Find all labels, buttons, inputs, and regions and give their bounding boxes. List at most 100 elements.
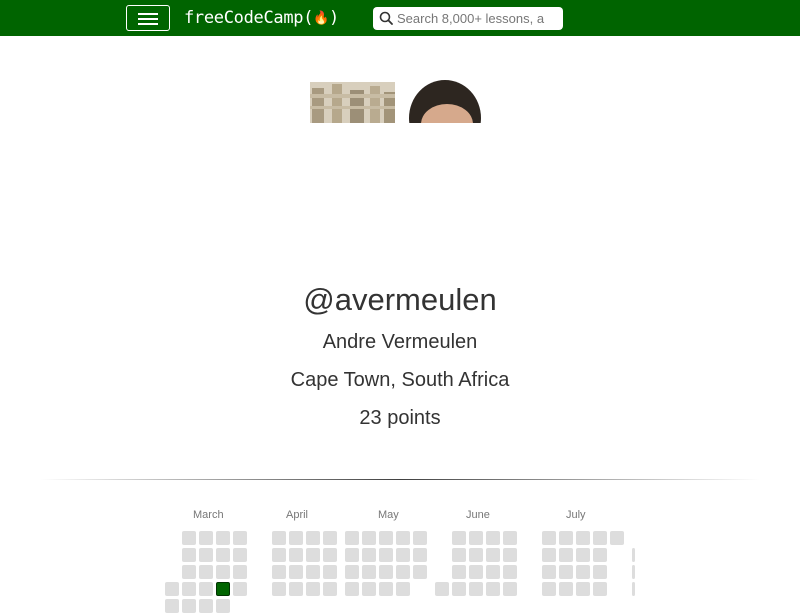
heatmap-cell[interactable] bbox=[289, 582, 303, 596]
heatmap-cell[interactable] bbox=[199, 599, 213, 613]
heatmap-cell[interactable] bbox=[469, 531, 483, 545]
heatmap-cell[interactable] bbox=[323, 582, 337, 596]
heatmap-cell[interactable] bbox=[216, 565, 230, 579]
heatmap-cell[interactable] bbox=[379, 565, 393, 579]
heatmap-cell[interactable] bbox=[486, 548, 500, 562]
heatmap-cell[interactable] bbox=[379, 582, 393, 596]
heatmap-cell[interactable] bbox=[396, 548, 410, 562]
heatmap-cell[interactable] bbox=[486, 565, 500, 579]
heatmap-cell[interactable] bbox=[182, 531, 196, 545]
heatmap-cell[interactable] bbox=[469, 548, 483, 562]
heatmap-cell[interactable] bbox=[413, 548, 427, 562]
heatmap-cell[interactable] bbox=[632, 548, 635, 562]
heatmap-cell[interactable] bbox=[289, 548, 303, 562]
heatmap-cell[interactable] bbox=[345, 565, 359, 579]
heatmap-cell[interactable] bbox=[182, 548, 196, 562]
heatmap-cell[interactable] bbox=[452, 565, 466, 579]
heatmap-cell[interactable] bbox=[576, 531, 590, 545]
heatmap-cell[interactable] bbox=[610, 531, 624, 545]
heatmap-cell[interactable] bbox=[559, 531, 573, 545]
heatmap-cell[interactable] bbox=[469, 565, 483, 579]
heatmap-cell[interactable] bbox=[199, 531, 213, 545]
heatmap-cell[interactable] bbox=[272, 531, 286, 545]
heatmap-cell[interactable] bbox=[452, 531, 466, 545]
heatmap-cell[interactable] bbox=[396, 531, 410, 545]
heatmap-cell[interactable] bbox=[469, 582, 483, 596]
heatmap-cell[interactable] bbox=[503, 531, 517, 545]
heatmap-cell[interactable] bbox=[542, 565, 556, 579]
heatmap-cell[interactable] bbox=[452, 548, 466, 562]
heatmap-cell[interactable] bbox=[362, 565, 376, 579]
heatmap-cell[interactable] bbox=[323, 548, 337, 562]
heatmap-cell[interactable] bbox=[199, 548, 213, 562]
heatmap-cell[interactable] bbox=[306, 531, 320, 545]
heatmap-cell-active[interactable] bbox=[216, 582, 230, 596]
heatmap-cell[interactable] bbox=[233, 531, 247, 545]
heatmap-cell[interactable] bbox=[306, 548, 320, 562]
heatmap-cell[interactable] bbox=[559, 582, 573, 596]
heatmap-cell[interactable] bbox=[362, 531, 376, 545]
heatmap-cell[interactable] bbox=[559, 548, 573, 562]
heatmap-cell[interactable] bbox=[503, 548, 517, 562]
heatmap-cell[interactable] bbox=[289, 565, 303, 579]
heatmap-cell[interactable] bbox=[503, 565, 517, 579]
heatmap-cell[interactable] bbox=[576, 548, 590, 562]
heatmap-cell[interactable] bbox=[345, 582, 359, 596]
heatmap-cell[interactable] bbox=[576, 582, 590, 596]
freecodecamp-logo[interactable]: freeCodeCamp(🔥) bbox=[184, 6, 339, 30]
heatmap-cell[interactable] bbox=[233, 582, 247, 596]
heatmap-cell[interactable] bbox=[182, 599, 196, 613]
heatmap-cell[interactable] bbox=[165, 582, 179, 596]
heatmap-cell[interactable] bbox=[435, 582, 449, 596]
heatmap-cell[interactable] bbox=[199, 582, 213, 596]
heatmap-cell[interactable] bbox=[576, 565, 590, 579]
heatmap-cell[interactable] bbox=[379, 531, 393, 545]
heatmap-cell[interactable] bbox=[503, 582, 517, 596]
heatmap-cell[interactable] bbox=[542, 582, 556, 596]
heatmap-cell[interactable] bbox=[216, 548, 230, 562]
heatmap-cell[interactable] bbox=[345, 548, 359, 562]
heatmap-cell[interactable] bbox=[199, 565, 213, 579]
heatmap-cell[interactable] bbox=[593, 548, 607, 562]
heatmap-cell[interactable] bbox=[542, 531, 556, 545]
heatmap-cell[interactable] bbox=[216, 531, 230, 545]
heatmap-cell[interactable] bbox=[413, 531, 427, 545]
heatmap-cell[interactable] bbox=[452, 582, 466, 596]
heatmap-cell[interactable] bbox=[362, 548, 376, 562]
heatmap-cell[interactable] bbox=[593, 582, 607, 596]
search-input[interactable] bbox=[397, 7, 559, 30]
heatmap-cell[interactable] bbox=[165, 599, 179, 613]
heatmap-cell[interactable] bbox=[542, 548, 556, 562]
heatmap-cell[interactable] bbox=[632, 582, 635, 596]
heatmap-cell[interactable] bbox=[289, 531, 303, 545]
heatmap-cell[interactable] bbox=[486, 582, 500, 596]
heatmap-cell[interactable] bbox=[632, 565, 635, 579]
menu-button[interactable] bbox=[126, 5, 170, 31]
heatmap-cell[interactable] bbox=[182, 582, 196, 596]
heatmap-cell[interactable] bbox=[413, 565, 427, 579]
heatmap-cell[interactable] bbox=[272, 565, 286, 579]
heatmap-cell[interactable] bbox=[233, 548, 247, 562]
heatmap-cell[interactable] bbox=[396, 565, 410, 579]
heatmap-cell[interactable] bbox=[379, 548, 393, 562]
heatmap-cell[interactable] bbox=[272, 548, 286, 562]
search-icon bbox=[379, 11, 393, 25]
month-label-march: March bbox=[193, 509, 224, 521]
search-box bbox=[373, 7, 563, 30]
heatmap-cell[interactable] bbox=[593, 531, 607, 545]
heatmap-cell[interactable] bbox=[182, 565, 196, 579]
heatmap-cell[interactable] bbox=[272, 582, 286, 596]
month-label-july: July bbox=[566, 509, 586, 521]
heatmap-cell[interactable] bbox=[216, 599, 230, 613]
heatmap-cell[interactable] bbox=[306, 582, 320, 596]
heatmap-cell[interactable] bbox=[345, 531, 359, 545]
heatmap-cell[interactable] bbox=[323, 565, 337, 579]
heatmap-cell[interactable] bbox=[593, 565, 607, 579]
heatmap-cell[interactable] bbox=[396, 582, 410, 596]
heatmap-cell[interactable] bbox=[323, 531, 337, 545]
heatmap-cell[interactable] bbox=[486, 531, 500, 545]
heatmap-cell[interactable] bbox=[559, 565, 573, 579]
heatmap-cell[interactable] bbox=[233, 565, 247, 579]
heatmap-cell[interactable] bbox=[362, 582, 376, 596]
heatmap-cell[interactable] bbox=[306, 565, 320, 579]
